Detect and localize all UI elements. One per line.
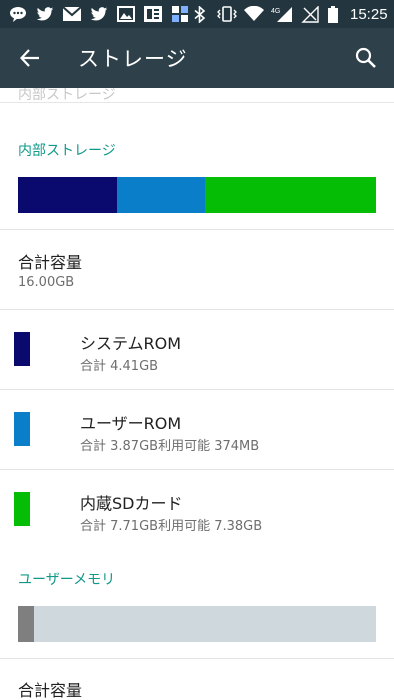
notification-icons bbox=[8, 5, 190, 23]
list-item-system-rom[interactable]: システムROM 合計 4.41GB bbox=[0, 310, 394, 389]
vibrate-icon bbox=[217, 5, 237, 23]
internal-sd-segment bbox=[204, 177, 376, 213]
item-detail: 合計 7.71GB利用可能 7.38GB bbox=[80, 519, 263, 534]
wifi-icon bbox=[244, 5, 264, 23]
item-detail: 合計 4.41GB bbox=[80, 359, 159, 374]
list-item-user-rom[interactable]: ユーザーROM 合計 3.87GB利用可能 374MB bbox=[0, 390, 394, 469]
battery-icon bbox=[327, 5, 339, 23]
app-bar: ストレージ bbox=[0, 28, 394, 88]
storage-content[interactable]: 内部ストレージ 内部ストレージ 合計容量 16.00GB システムROM 合計 … bbox=[0, 88, 394, 700]
internal-storage-bar bbox=[18, 177, 376, 213]
chat-icon bbox=[8, 5, 28, 23]
mail-icon bbox=[62, 5, 82, 23]
arrow-back-icon bbox=[20, 49, 39, 67]
divider bbox=[0, 658, 394, 659]
back-button[interactable] bbox=[0, 28, 60, 88]
svg-text:4G: 4G bbox=[271, 8, 280, 15]
list-item-internal-sd[interactable]: 内蔵SDカード 合計 7.71GB利用可能 7.38GB bbox=[0, 470, 394, 549]
clock: 15:25 bbox=[350, 5, 388, 23]
divider bbox=[0, 229, 394, 230]
item-title: ユーザーROM bbox=[80, 414, 182, 433]
search-button[interactable] bbox=[338, 28, 394, 88]
newspaper-icon bbox=[143, 5, 163, 23]
no-sim-icon bbox=[300, 5, 320, 23]
page-title: ストレージ bbox=[78, 47, 188, 71]
internal-storage-header: 内部ストレージ bbox=[18, 143, 116, 159]
grid-app-icon bbox=[170, 5, 190, 23]
color-swatch bbox=[14, 332, 30, 366]
system-icons: 4G 15:25 bbox=[190, 5, 388, 23]
color-swatch bbox=[14, 412, 30, 446]
item-title: システムROM bbox=[80, 334, 182, 353]
bluetooth-icon bbox=[190, 5, 210, 23]
color-swatch bbox=[14, 492, 30, 526]
status-bar: 4G 15:25 bbox=[0, 0, 394, 28]
user-memory-bar bbox=[18, 606, 376, 642]
item-detail: 合計 3.87GB利用可能 374MB bbox=[80, 439, 260, 454]
signal-icon: 4G bbox=[271, 5, 293, 23]
memory-used-segment bbox=[18, 606, 35, 642]
twitter-icon bbox=[35, 5, 55, 23]
total-capacity-value: 16.00GB bbox=[18, 275, 75, 290]
user-rom-segment bbox=[116, 177, 205, 213]
memory-total-capacity-label: 合計容量 bbox=[18, 681, 83, 700]
image-icon bbox=[116, 5, 136, 23]
twitter-icon bbox=[89, 5, 109, 23]
system-rom-segment bbox=[18, 177, 117, 213]
total-capacity-label: 合計容量 bbox=[18, 253, 83, 272]
user-memory-header: ユーザーメモリ bbox=[18, 572, 116, 588]
memory-free-segment bbox=[34, 606, 376, 642]
divider bbox=[0, 102, 394, 103]
item-title: 内蔵SDカード bbox=[80, 494, 183, 513]
search-icon bbox=[355, 47, 376, 68]
